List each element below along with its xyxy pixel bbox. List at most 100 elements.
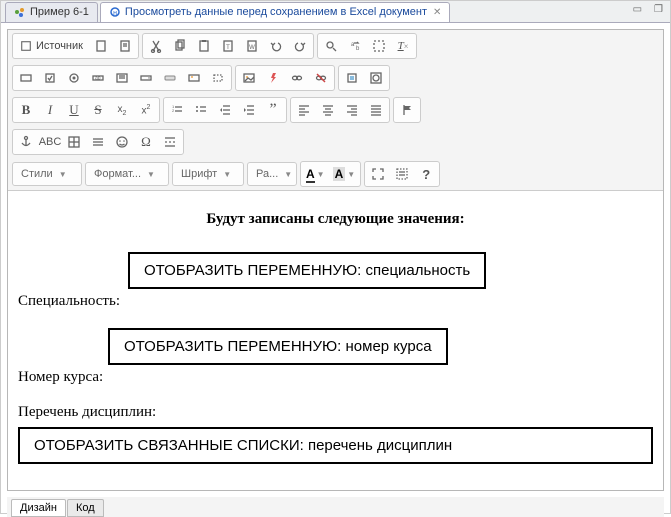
size-label: Ра... (256, 168, 278, 180)
align-center-button[interactable] (316, 99, 340, 121)
paste-button[interactable] (192, 35, 216, 57)
textfield-button[interactable]: ab (86, 67, 110, 89)
maximize-button[interactable]: ❐ (651, 3, 666, 16)
preview-icon: н (109, 6, 121, 18)
toolbar: Источник T W ab T× (8, 30, 663, 190)
bg-color-button[interactable]: A ▼ (329, 163, 360, 185)
radio-button[interactable] (62, 67, 86, 89)
tab-design[interactable]: Дизайн (11, 499, 66, 517)
smiley-button[interactable] (110, 131, 134, 153)
tab-example-label: Пример 6-1 (30, 6, 89, 18)
underline-button[interactable]: U (62, 99, 86, 121)
outdent-button[interactable] (213, 99, 237, 121)
svg-text:b: b (356, 46, 360, 52)
hr-button[interactable] (86, 131, 110, 153)
anchor-button[interactable] (340, 67, 364, 89)
maximize-editor-button[interactable] (366, 163, 390, 185)
replace-button[interactable]: ab (343, 35, 367, 57)
spellcheck-button[interactable]: ABC (38, 131, 62, 153)
toolbar-row-2: ab (8, 62, 663, 94)
format-label: Формат... (94, 168, 141, 180)
editor-frame: Источник T W ab T× (7, 29, 664, 491)
var-disciplines[interactable]: ОТОБРАЗИТЬ СВЯЗАННЫЕ СПИСКИ: перечень ди… (18, 427, 653, 464)
select-all-button[interactable] (367, 35, 391, 57)
new-doc-button[interactable] (89, 35, 113, 57)
help-button[interactable]: ? (414, 163, 438, 185)
paste-text-button[interactable]: T (216, 35, 240, 57)
minimize-button[interactable]: ▭ (630, 3, 645, 16)
blockquote-button[interactable]: ” (261, 99, 285, 121)
content-area[interactable]: Будут записаны следующие значения: ОТОБР… (8, 190, 663, 490)
button-button[interactable] (158, 67, 182, 89)
redo-button[interactable] (288, 35, 312, 57)
checkbox-button[interactable] (38, 67, 62, 89)
source-label: Источник (36, 40, 83, 52)
styles-combo[interactable]: Стили▼ (12, 162, 82, 186)
undo-button[interactable] (264, 35, 288, 57)
align-left-button[interactable] (292, 99, 316, 121)
font-combo[interactable]: Шрифт▼ (172, 162, 244, 186)
remove-format-button[interactable]: T× (391, 35, 415, 57)
form-button[interactable] (14, 67, 38, 89)
image-button[interactable] (237, 67, 261, 89)
label-course: Номер курса: (18, 369, 103, 385)
var-course[interactable]: ОТОБРАЗИТЬ ПЕРЕМЕННУЮ: номер курса (108, 328, 448, 365)
preview-button[interactable] (113, 35, 137, 57)
imagebutton-button[interactable] (182, 67, 206, 89)
toolbar-row-4: ABC Ω (8, 126, 663, 158)
tab-code[interactable]: Код (67, 499, 104, 517)
text-color-button[interactable]: A ▼ (302, 163, 329, 185)
italic-button[interactable]: I (38, 99, 62, 121)
format-combo[interactable]: Формат...▼ (85, 162, 169, 186)
close-icon[interactable]: ✕ (433, 7, 441, 18)
label-disciplines: Перечень дисциплин: (18, 404, 156, 420)
indent-button[interactable] (237, 99, 261, 121)
find-button[interactable] (319, 35, 343, 57)
numbered-list-button[interactable]: 12 (165, 99, 189, 121)
bottom-tabs: Дизайн Код (7, 497, 664, 517)
table-button[interactable] (62, 131, 86, 153)
paste-word-button[interactable]: W (240, 35, 264, 57)
var-specialty[interactable]: ОТОБРАЗИТЬ ПЕРЕМЕННУЮ: специальность (128, 252, 486, 289)
toolbar-row-5: Стили▼ Формат...▼ Шрифт▼ Ра...▼ A ▼ A ▼ (8, 158, 663, 190)
copy-button[interactable] (168, 35, 192, 57)
field-course: ОТОБРАЗИТЬ ПЕРЕМЕННУЮ: номер курса Номер… (18, 328, 653, 386)
font-label: Шрифт (181, 168, 217, 180)
anchor-icon-button[interactable] (14, 131, 38, 153)
label-specialty: Специальность: (18, 293, 120, 309)
iframe-button[interactable] (364, 67, 388, 89)
select-button[interactable] (134, 67, 158, 89)
bold-button[interactable]: B (14, 99, 38, 121)
svg-text:T: T (226, 45, 230, 51)
svg-text:ab: ab (95, 76, 101, 82)
toolbar-row-3: B I U S x2 x2 12 ” (8, 94, 663, 126)
special-char-button[interactable]: Ω (134, 131, 158, 153)
top-tabs: Пример 6-1 н Просмотреть данные перед со… (1, 1, 670, 23)
subscript-button[interactable]: x2 (110, 99, 134, 121)
size-combo[interactable]: Ра...▼ (247, 162, 297, 186)
doc-icon (14, 6, 26, 18)
window-controls: ▭ ❐ (630, 3, 666, 16)
bullet-list-button[interactable] (189, 99, 213, 121)
link-button[interactable] (285, 67, 309, 89)
svg-text:2: 2 (172, 108, 175, 113)
pagebreak-button[interactable] (158, 131, 182, 153)
show-blocks-button[interactable] (390, 163, 414, 185)
toolbar-row-1: Источник T W ab T× (8, 30, 663, 62)
hidden-button[interactable] (206, 67, 230, 89)
styles-label: Стили (21, 168, 53, 180)
flag-button[interactable] (395, 99, 419, 121)
unlink-button[interactable] (309, 67, 333, 89)
superscript-button[interactable]: x2 (134, 99, 158, 121)
content-title: Будут записаны следующие значения: (18, 211, 653, 228)
tab-preview[interactable]: н Просмотреть данные перед сохранением в… (100, 2, 451, 22)
flash-button[interactable] (261, 67, 285, 89)
tab-example[interactable]: Пример 6-1 (5, 2, 98, 22)
svg-text:W: W (249, 45, 255, 51)
align-right-button[interactable] (340, 99, 364, 121)
cut-button[interactable] (144, 35, 168, 57)
source-button[interactable]: Источник (14, 35, 89, 57)
strike-button[interactable]: S (86, 99, 110, 121)
textarea-button[interactable] (110, 67, 134, 89)
align-justify-button[interactable] (364, 99, 388, 121)
